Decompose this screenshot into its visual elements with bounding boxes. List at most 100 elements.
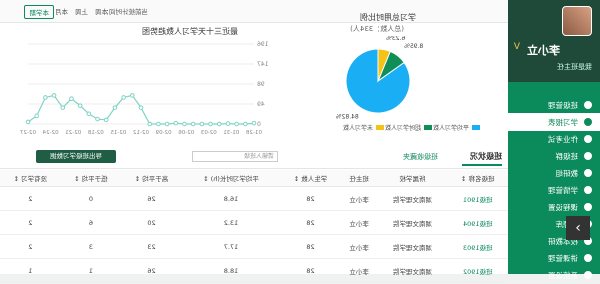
table-row: 班级1901 湖南文理学院 李小立 28 16.8 26 0 2 xyxy=(0,186,508,211)
x-tick-label: 02-27 xyxy=(20,130,36,136)
data-point xyxy=(147,121,152,127)
data-point xyxy=(43,95,48,100)
column-header[interactable]: 学生人数 ↕ xyxy=(280,170,341,187)
y-tick-label: 49 xyxy=(257,101,265,108)
data-point xyxy=(95,116,100,122)
nav-label: 班级管理 xyxy=(548,100,578,110)
table-cell: 28 xyxy=(280,210,341,235)
legend-label: 未学习人数 xyxy=(342,125,373,132)
table-cell: 2 xyxy=(0,234,61,259)
class-name-link[interactable]: 班级1904 xyxy=(447,210,508,235)
nav-icon xyxy=(584,254,592,262)
filter-last-week[interactable]: 上周 xyxy=(75,6,88,16)
table-cell: 26 xyxy=(121,186,182,211)
nav-label: 学情管理 xyxy=(548,185,578,195)
data-point xyxy=(199,121,205,127)
table-cell: 李小立 xyxy=(340,186,378,211)
column-header[interactable]: 没有学习 ↕ xyxy=(0,170,61,187)
nav-label: 系统设置 xyxy=(548,270,578,280)
nav-item[interactable]: 系统设置 xyxy=(508,266,600,284)
data-point xyxy=(156,121,161,127)
nav-item[interactable]: 教研组 xyxy=(508,164,600,182)
nav-item[interactable]: 作业考试 xyxy=(508,130,600,148)
y-tick-label: 147 xyxy=(257,61,269,68)
line-chart: 0 49 98 147 196 01-28 01-31 02-03 02-06 02-09 02-1… xyxy=(20,41,269,136)
tab-favorites[interactable]: 班级收藏夹 xyxy=(403,152,438,162)
tab-class-status[interactable]: 班级状况 xyxy=(470,151,502,162)
data-point xyxy=(251,120,257,126)
nav-item[interactable]: 课程设置 xyxy=(508,198,600,216)
data-point xyxy=(103,117,109,123)
column-header[interactable]: 平均学习时长(h) ↕ xyxy=(181,170,281,187)
column-header[interactable]: 班级名称 ↕ xyxy=(447,170,508,187)
table-cell: 李小立 xyxy=(340,258,378,283)
table-cell: 0 xyxy=(60,186,122,211)
class-name-link[interactable]: 班级1901 xyxy=(447,186,508,211)
legend-label: 超时学习人数 xyxy=(384,125,421,132)
data-point xyxy=(182,121,187,127)
legend-item: 平均学习人数 xyxy=(433,123,480,132)
nav-icon xyxy=(584,135,592,143)
export-data-button[interactable]: 导出班级学习数据 xyxy=(36,150,116,163)
table-cell: 2 xyxy=(0,186,61,211)
x-tick-label: 02-15 xyxy=(110,130,126,136)
class-name-link[interactable]: 班级1903 xyxy=(447,234,508,259)
avatar[interactable] xyxy=(562,6,592,36)
y-tick-label: 196 xyxy=(257,41,269,48)
legend-label: 平均学习人数 xyxy=(432,125,469,132)
data-point xyxy=(164,121,170,127)
table-row: 班级1904 湖南文理学院 李小立 28 13.2 20 6 2 xyxy=(0,210,508,235)
table-cell: 23 xyxy=(121,234,182,259)
table-cell: 13.2 xyxy=(181,210,281,235)
legend-swatch xyxy=(424,125,432,130)
table-cell: 28 xyxy=(280,234,341,259)
table-header: 班级名称 ↕ 所属学校 班主任 学生人数 ↕ 平均学习时长(h) ↕ 高于平均 ↕ 低于平均… xyxy=(0,170,508,187)
filter-this-month[interactable]: 本月 xyxy=(55,6,68,16)
pie-slice-label: 84.82% xyxy=(336,113,359,120)
data-point xyxy=(225,121,231,126)
table-toolbar: 班级状况 班级收藏夹 请输入班级 导出班级学习数据 xyxy=(0,146,508,169)
nav-label: 课程设置 xyxy=(548,202,578,212)
table-cell: 18.8 xyxy=(181,258,281,283)
column-header[interactable]: 班主任 xyxy=(340,170,378,187)
table-body: 班级1901 湖南文理学院 李小立 28 16.8 26 0 2 班级1904 湖南文理学院 李小立… xyxy=(0,186,508,283)
data-point xyxy=(216,121,222,127)
data-point xyxy=(86,111,92,117)
table-cell: 16.8 xyxy=(181,186,281,211)
class-search-input[interactable]: 请输入班级 xyxy=(192,151,278,162)
y-tick-label: 0 xyxy=(257,121,261,128)
filter-semester-button[interactable]: 本学期 xyxy=(24,5,54,19)
data-point xyxy=(34,113,39,119)
nav-label: 教研组 xyxy=(555,168,579,178)
nav-label: 讲课管理 xyxy=(548,253,578,263)
nav-icon xyxy=(584,271,592,279)
table-cell: 湖南文理学院 xyxy=(377,234,448,259)
data-point xyxy=(60,105,66,110)
nav-item[interactable]: 学情管理 xyxy=(508,181,600,199)
nav-item[interactable]: 讲课管理 xyxy=(508,249,600,267)
table-cell: 1 xyxy=(0,258,61,283)
x-tick-label: 02-06 xyxy=(178,130,194,136)
table-cell: 28 xyxy=(280,258,341,283)
x-tick-label: 02-24 xyxy=(42,130,58,136)
column-header[interactable]: 高于平均 ↕ xyxy=(121,170,182,187)
class-table: 班级名称 ↕ 所属学校 班主任 学生人数 ↕ 平均学习时长(h) ↕ 高于平均 ↕ 低于平均… xyxy=(0,170,508,283)
class-name-link[interactable]: 班级1902 xyxy=(447,258,508,283)
x-tick-label: 02-21 xyxy=(65,130,81,136)
nav-icon xyxy=(584,169,592,177)
nav-icon xyxy=(584,203,592,211)
data-point xyxy=(208,121,213,127)
table-cell: 17.7 xyxy=(181,234,281,259)
nav-icon xyxy=(584,186,592,194)
nav-item[interactable]: 学习报表 xyxy=(508,113,600,131)
nav-label: 作业考试 xyxy=(548,134,578,144)
data-point xyxy=(51,93,57,98)
column-header[interactable]: 所属学校 xyxy=(377,170,448,187)
column-header[interactable]: 低于平均 ↕ xyxy=(60,170,122,187)
scroll-arrow-icon[interactable]: ‹ xyxy=(566,216,590,240)
pie-slice-label: 8.95% xyxy=(404,43,423,50)
filter-this-week[interactable]: 本周 xyxy=(95,6,108,16)
nav-item[interactable]: 班级群 xyxy=(508,147,600,165)
nav-item[interactable]: 班级管理 xyxy=(508,96,600,114)
table-cell: 李小立 xyxy=(340,210,378,235)
